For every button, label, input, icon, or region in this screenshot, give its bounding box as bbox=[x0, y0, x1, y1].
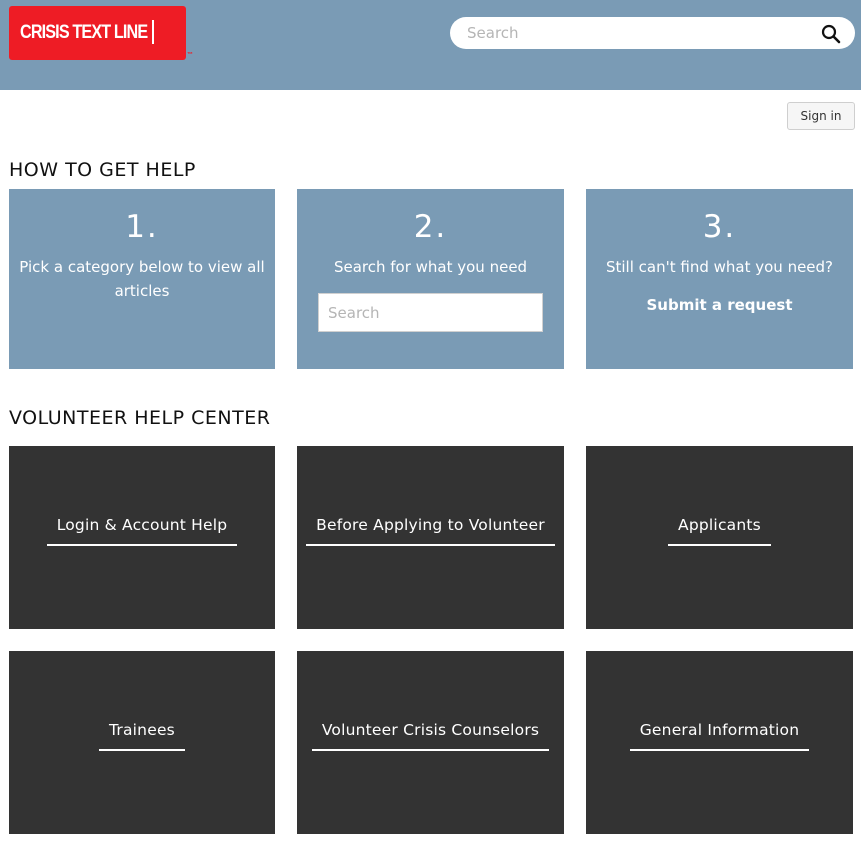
category-tile-general-information[interactable]: General Information bbox=[586, 651, 853, 834]
category-tile-login-account-help[interactable]: Login & Account Help bbox=[9, 446, 275, 629]
help-search-input[interactable] bbox=[318, 293, 543, 332]
header-search-bar bbox=[450, 17, 855, 49]
category-label[interactable]: Volunteer Crisis Counselors bbox=[311, 721, 550, 751]
logo-divider bbox=[152, 20, 154, 44]
category-label-wrap: Trainees bbox=[9, 721, 275, 751]
category-label[interactable]: Before Applying to Volunteer bbox=[306, 516, 555, 546]
logo-trademark: ™ bbox=[187, 52, 193, 58]
how-to-get-help-title: HOW TO GET HELP bbox=[9, 159, 196, 181]
category-tile-applicants[interactable]: Applicants bbox=[586, 446, 853, 629]
search-icon[interactable] bbox=[821, 24, 841, 44]
category-label[interactable]: General Information bbox=[629, 721, 810, 751]
category-tile-volunteer-crisis-counselors[interactable]: Volunteer Crisis Counselors bbox=[297, 651, 564, 834]
category-label-wrap: Applicants bbox=[586, 516, 853, 546]
step-card-2: 2. Search for what you need bbox=[297, 189, 564, 369]
category-label-wrap: Before Applying to Volunteer bbox=[297, 516, 564, 546]
category-label[interactable]: Applicants bbox=[668, 516, 771, 546]
logo-text: CRISIS TEXT LINE bbox=[20, 22, 148, 43]
step-card-1: 1. Pick a category below to view all art… bbox=[9, 189, 275, 369]
crisis-text-line-logo[interactable]: CRISIS TEXT LINE bbox=[9, 6, 186, 60]
step-number: 1. bbox=[125, 209, 159, 245]
category-label[interactable]: Trainees bbox=[99, 721, 185, 751]
step-text: Search for what you need bbox=[333, 258, 528, 276]
category-label[interactable]: Login & Account Help bbox=[46, 516, 238, 546]
step-card-3: 3. Still can't find what you need? Submi… bbox=[586, 189, 853, 369]
step-number: 3. bbox=[702, 209, 737, 245]
category-label-wrap: General Information bbox=[586, 721, 853, 751]
category-label-wrap: Volunteer Crisis Counselors bbox=[297, 721, 564, 751]
sign-in-button[interactable]: Sign in bbox=[787, 102, 855, 130]
header-search-input[interactable] bbox=[467, 17, 807, 49]
volunteer-help-center-title: VOLUNTEER HELP CENTER bbox=[9, 407, 271, 429]
submit-request-link[interactable]: Submit a request bbox=[586, 296, 853, 314]
category-tile-before-applying[interactable]: Before Applying to Volunteer bbox=[297, 446, 564, 629]
step-text: Still can't find what you need? bbox=[605, 258, 834, 276]
category-label-wrap: Login & Account Help bbox=[9, 516, 275, 546]
category-tile-trainees[interactable]: Trainees bbox=[9, 651, 275, 834]
site-header: CRISIS TEXT LINE ™ bbox=[0, 0, 861, 90]
step-number: 2. bbox=[413, 209, 448, 245]
step-text: Pick a category below to view all articl… bbox=[19, 258, 265, 300]
